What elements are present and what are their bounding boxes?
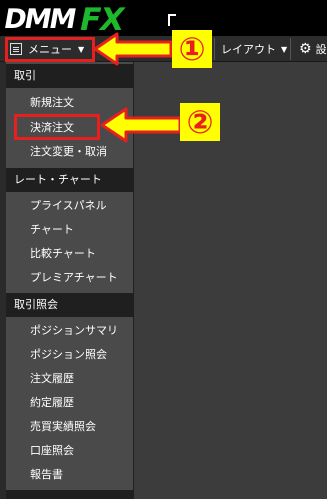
menu-item-execution-history[interactable]: 約定履歴 <box>6 391 134 415</box>
section-header-next <box>6 490 134 499</box>
logo-fx-text: FX <box>76 2 128 38</box>
menu-item-position-inquiry[interactable]: ポジション照会 <box>6 343 134 367</box>
dmm-fx-logo: DMM FX <box>1 2 128 38</box>
logo-dmm-text: DMM <box>1 4 77 35</box>
arrow-1-icon <box>93 32 173 66</box>
title-bar: DMM FX <box>0 0 327 38</box>
section-header-rate-chart: レート・チャート <box>6 168 134 192</box>
settings-button[interactable]: ⚙ 設 <box>290 38 327 60</box>
layout-button[interactable]: レイアウト ▼ <box>214 38 288 60</box>
menu-item-account-inquiry[interactable]: 口座照会 <box>6 439 134 463</box>
chevron-down-icon: ▼ <box>281 44 288 54</box>
gear-icon: ⚙ <box>299 41 312 57</box>
menu-item-premier-chart[interactable]: プレミアチャート <box>6 266 134 290</box>
layout-button-label: レイアウト <box>221 43 276 56</box>
menu-item-compare-chart[interactable]: 比較チャート <box>6 242 134 266</box>
menu-item-order-history[interactable]: 注文履歴 <box>6 367 134 391</box>
menu-item-trade-results[interactable]: 売買実績照会 <box>6 415 134 439</box>
highlight-box-settlement <box>14 114 100 140</box>
logo-bracket-mark <box>168 14 176 26</box>
menu-item-position-summary[interactable]: ポジションサマリ <box>6 319 134 343</box>
badge-step-2: ② <box>180 103 220 141</box>
section-header-trade-inquiry: 取引照会 <box>6 293 134 317</box>
menu-item-report[interactable]: 報告書 <box>6 463 134 487</box>
highlight-box-menu <box>5 37 95 62</box>
arrow-2-icon <box>100 107 182 143</box>
menu-item-order-change-cancel[interactable]: 注文変更・取消 <box>6 140 134 164</box>
section-header-trade: 取引 <box>6 64 134 88</box>
settings-button-label: 設 <box>315 43 327 56</box>
menu-item-price-panel[interactable]: プライスパネル <box>6 194 134 218</box>
badge-step-1: ① <box>172 30 212 68</box>
menu-item-chart[interactable]: チャート <box>6 218 134 242</box>
